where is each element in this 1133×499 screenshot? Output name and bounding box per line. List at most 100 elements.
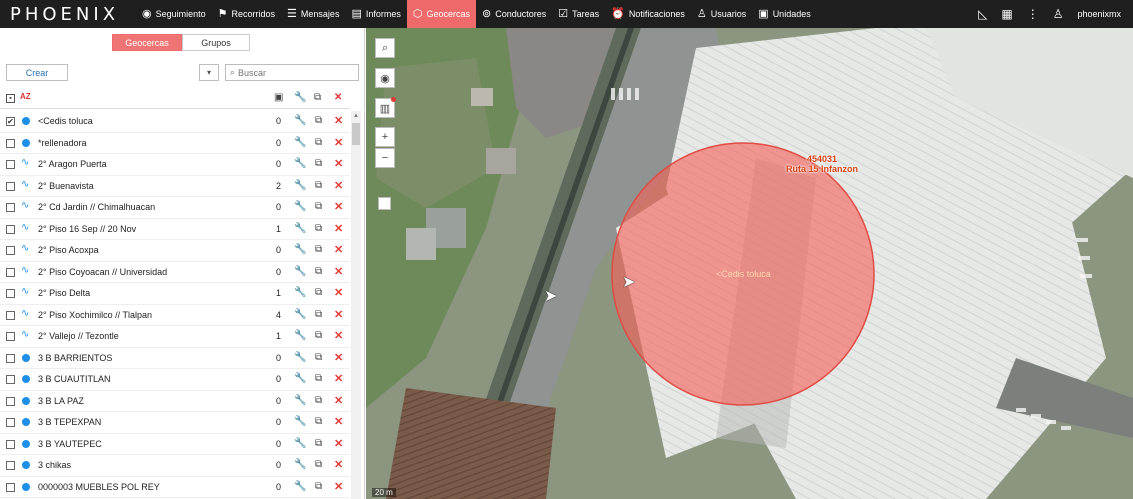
wrench-icon[interactable]: 🔧: [294, 115, 306, 126]
row-checkbox[interactable]: [6, 418, 15, 427]
row-checkbox[interactable]: [6, 138, 15, 148]
row-checkbox[interactable]: [6, 289, 15, 298]
sort-az-icon[interactable]: AZ: [20, 92, 31, 101]
list-item[interactable]: 3 B BARRIENTOS 0 🔧 ⧉ ✕: [0, 348, 350, 369]
row-checkbox[interactable]: [6, 353, 15, 363]
list-item[interactable]: 3 B LA PAZ 0 🔧 ⧉ ✕: [0, 391, 350, 412]
geofence-name[interactable]: 2° Piso Delta: [38, 288, 90, 298]
copy-icon[interactable]: ⧉: [315, 330, 322, 341]
delete-icon[interactable]: ✕: [334, 265, 343, 278]
map-layers-button[interactable]: ▥: [375, 97, 396, 118]
row-checkbox[interactable]: [6, 246, 15, 255]
geofence-name[interactable]: 2° Piso Xochimilco // Tlalpan: [38, 310, 152, 320]
delete-icon[interactable]: ✕: [334, 243, 343, 256]
create-button[interactable]: Crear: [6, 64, 68, 81]
list-item[interactable]: ✔ <Cedis toluca 0 🔧 ⧉ ✕: [0, 111, 350, 133]
wrench-icon[interactable]: 🔧: [294, 201, 306, 212]
row-checkbox[interactable]: [6, 439, 15, 449]
list-item[interactable]: *rellenadora 0 🔧 ⧉ ✕: [0, 133, 350, 154]
geofence-name[interactable]: <Cedis toluca: [38, 116, 93, 126]
nav-item-informes[interactable]: ▤ Informes: [345, 0, 406, 28]
search-box[interactable]: ⌕: [225, 64, 359, 81]
row-checkbox[interactable]: [6, 461, 15, 470]
geofence-name[interactable]: 2° Piso 16 Sep // 20 Nov: [38, 224, 136, 234]
wrench-icon[interactable]: 🔧: [294, 266, 306, 277]
nav-item-geocercas[interactable]: ⬡ Geocercas: [406, 0, 477, 28]
row-checkbox[interactable]: [6, 310, 15, 320]
scroll-up-arrow-icon[interactable]: ▲: [352, 111, 360, 121]
copy-icon[interactable]: ⧉: [315, 223, 322, 234]
delete-icon[interactable]: ✕: [334, 372, 343, 385]
filter-dropdown[interactable]: ▾: [199, 64, 219, 81]
list-item[interactable]: ∿ 2° Aragon Puerta 0 🔧 ⧉ ✕: [0, 154, 350, 176]
more-vertical-icon[interactable]: ⋮: [1027, 7, 1039, 21]
wrench-icon[interactable]: 🔧: [294, 352, 306, 363]
select-all-checkbox[interactable]: ▪: [6, 94, 15, 103]
geofence-name[interactable]: 3 B YAUTEPEC: [38, 439, 102, 449]
row-checkbox[interactable]: [6, 267, 15, 277]
user-name[interactable]: phoenixmx: [1077, 9, 1121, 19]
geofence-name[interactable]: 2° Cd Jardin // Chimalhuacan: [38, 202, 155, 212]
list-item[interactable]: 3 chikas 0 🔧 ⧉ ✕: [0, 455, 350, 477]
nav-item-mensajes[interactable]: ☰ Mensajes: [281, 0, 345, 28]
copy-icon[interactable]: ⧉: [315, 352, 322, 363]
list-item[interactable]: ∿ 2° Piso Coyoacan // Universidad 0 🔧 ⧉ ✕: [0, 262, 350, 283]
list-item[interactable]: ∿ 2° Piso Acoxpa 0 🔧 ⧉ ✕: [0, 240, 350, 262]
list-item[interactable]: 3 B CUAUTITLAN 0 🔧 ⧉ ✕: [0, 369, 350, 391]
units-column-icon[interactable]: ▣: [274, 92, 283, 103]
wrench-icon[interactable]: 🔧: [294, 287, 306, 298]
row-checkbox[interactable]: [6, 482, 15, 492]
list-item[interactable]: ∿ 2° Piso 16 Sep // 20 Nov 1 🔧 ⧉ ✕: [0, 219, 350, 240]
tab-geocercas[interactable]: Geocercas: [112, 34, 182, 51]
zoom-in-button[interactable]: +: [375, 127, 395, 147]
delete-icon[interactable]: ✕: [334, 136, 343, 149]
wrench-icon[interactable]: 🔧: [294, 481, 306, 492]
copy-icon[interactable]: ⧉: [315, 201, 322, 212]
geofence-name[interactable]: 2° Aragon Puerta: [38, 159, 107, 169]
copy-icon[interactable]: ⧉: [315, 416, 322, 427]
delete-icon[interactable]: ✕: [334, 308, 343, 321]
row-checkbox[interactable]: [6, 375, 15, 384]
row-checkbox[interactable]: [6, 224, 15, 234]
copy-icon[interactable]: ⧉: [315, 137, 322, 148]
copy-icon[interactable]: ⧉: [315, 459, 322, 470]
geofence-name[interactable]: 3 B LA PAZ: [38, 396, 84, 406]
list-item[interactable]: ∿ 2° Piso Delta 1 🔧 ⧉ ✕: [0, 283, 350, 305]
brand-logo[interactable]: PHOENIX: [0, 4, 136, 25]
delete-icon[interactable]: ✕: [334, 394, 343, 407]
map-view[interactable]: ⌕ ◉ ▥ + − <Cedis toluca 454031 Ruta 15 I…: [366, 28, 1133, 499]
delete-icon[interactable]: ✕: [334, 222, 343, 235]
zoom-out-button[interactable]: −: [375, 148, 395, 168]
wrench-icon[interactable]: 🔧: [294, 309, 306, 320]
copy-icon[interactable]: ⧉: [315, 244, 322, 255]
row-checkbox[interactable]: ✔: [6, 117, 15, 126]
list-item[interactable]: 3 B YAUTEPEC 0 🔧 ⧉ ✕: [0, 434, 350, 455]
wrench-icon[interactable]: 🔧: [294, 180, 306, 191]
wrench-icon[interactable]: 🔧: [294, 158, 306, 169]
wrench-icon[interactable]: 🔧: [294, 459, 306, 470]
map-toggle-square[interactable]: [378, 197, 391, 210]
wrench-icon[interactable]: 🔧: [294, 438, 306, 449]
map-search-button[interactable]: ⌕: [375, 38, 395, 58]
wrench-icon[interactable]: 🔧: [294, 223, 306, 234]
delete-icon[interactable]: ✕: [334, 286, 343, 299]
geofence-name[interactable]: 2° Piso Coyoacan // Universidad: [38, 267, 167, 277]
copy-icon[interactable]: ⧉: [315, 287, 322, 298]
geofence-name[interactable]: 2° Vallejo // Tezontle: [38, 331, 119, 341]
geofence-name[interactable]: 2° Buenavista: [38, 181, 94, 191]
list-item[interactable]: ∿ 2° Piso Xochimilco // Tlalpan 4 🔧 ⧉ ✕: [0, 305, 350, 326]
nav-item-unidades[interactable]: ▣ Unidades: [752, 0, 816, 28]
copy-icon[interactable]: ⧉: [315, 438, 322, 449]
copy-icon[interactable]: ⧉: [315, 309, 322, 320]
copy-icon[interactable]: ⧉: [315, 158, 322, 169]
delete-icon[interactable]: ✕: [334, 157, 343, 170]
wrench-icon[interactable]: 🔧: [294, 416, 306, 427]
list-item[interactable]: ∿ 2° Buenavista 2 🔧 ⧉ ✕: [0, 176, 350, 197]
ruler-icon[interactable]: ◺: [978, 7, 987, 21]
nav-item-conductores[interactable]: ⊚ Conductores: [476, 0, 552, 28]
list-item[interactable]: ∿ 2° Vallejo // Tezontle 1 🔧 ⧉ ✕: [0, 326, 350, 348]
list-item[interactable]: 3 B TEPEXPAN 0 🔧 ⧉ ✕: [0, 412, 350, 434]
list-scrollbar[interactable]: ▲: [351, 111, 361, 499]
delete-icon[interactable]: ✕: [334, 437, 343, 450]
geofence-name[interactable]: 2° Piso Acoxpa: [38, 245, 99, 255]
